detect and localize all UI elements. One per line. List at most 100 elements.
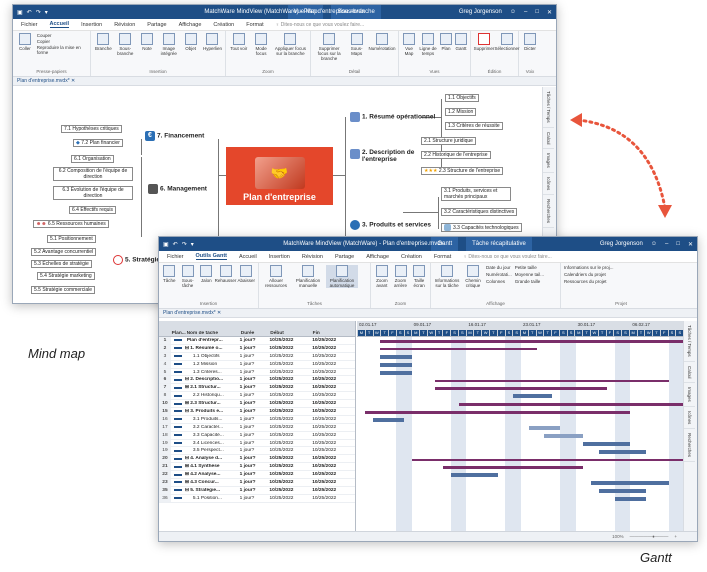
table-row[interactable]: 6 ⊟ 2. Descriptio... 1 jour? 10/25/2022 10/2… bbox=[159, 376, 355, 385]
summary-bar[interactable] bbox=[435, 379, 670, 382]
numbering-button[interactable]: Numérotation bbox=[369, 33, 396, 51]
branch-financement[interactable]: €7. Financement bbox=[145, 131, 204, 141]
menu-revision[interactable]: Révision bbox=[302, 254, 323, 260]
task-bar[interactable] bbox=[614, 497, 646, 501]
menu-revision[interactable]: Révision bbox=[114, 22, 135, 28]
save-icon[interactable]: ▾ bbox=[45, 9, 48, 16]
task-bar[interactable] bbox=[591, 481, 670, 486]
milestone-button[interactable]: Jalon bbox=[199, 265, 214, 283]
fit-screen-button[interactable]: Taille écran bbox=[411, 265, 427, 288]
menu-insertion[interactable]: Insertion bbox=[269, 254, 290, 260]
submaps-button[interactable]: Sous-Maps bbox=[347, 33, 366, 56]
menu-accueil[interactable]: Accueil bbox=[239, 254, 257, 260]
project-resources-button[interactable]: Ressources du projet bbox=[564, 279, 678, 284]
user-icon[interactable]: ☺ bbox=[510, 9, 516, 15]
menu-format[interactable]: Format bbox=[434, 254, 451, 260]
summary-bar[interactable] bbox=[380, 347, 537, 351]
table-row[interactable]: 17 3.2 Caractér... 1 jour? 10/25/2022 10/25/… bbox=[159, 423, 355, 432]
critical-path-button[interactable]: Chemin critique bbox=[463, 265, 483, 288]
side-tab-images[interactable]: Images bbox=[543, 149, 554, 173]
outline-view-button[interactable]: Plan bbox=[440, 33, 452, 51]
branch-produits-services[interactable]: 3. Produits et services bbox=[350, 220, 431, 230]
search-input[interactable]: ♀ Dites-nous ce que vous voulez faire... bbox=[463, 254, 552, 260]
col-duration[interactable]: Durée bbox=[241, 331, 271, 336]
col-end[interactable]: Fin bbox=[313, 331, 355, 336]
document-tab[interactable]: Plan d'entreprise.mvdx* ✕ bbox=[13, 77, 556, 86]
menu-accueil[interactable]: Accueil bbox=[49, 21, 70, 28]
user-icon[interactable]: ☺ bbox=[651, 241, 657, 247]
node-structure-entreprise[interactable]: ★★★ 2.3 Structure de l'entreprise bbox=[421, 167, 504, 175]
central-topic[interactable]: 🤝 Plan d'entreprise bbox=[226, 147, 333, 205]
table-row[interactable]: 16 3.1 Produits... 1 jour? 10/25/2022 10/25/… bbox=[159, 415, 355, 424]
task-bar[interactable] bbox=[380, 370, 412, 375]
task-bar[interactable] bbox=[583, 441, 631, 446]
minimize-icon[interactable]: – bbox=[665, 241, 668, 247]
task-bar[interactable] bbox=[599, 449, 646, 454]
cut-button[interactable]: Couper bbox=[37, 33, 87, 38]
branch-button[interactable]: Branche bbox=[94, 33, 113, 51]
dictate-button[interactable]: Dicter bbox=[522, 33, 538, 51]
menu-fichier[interactable]: Fichier bbox=[167, 254, 184, 260]
table-row[interactable]: 23 ⊞ 4.3 Concur... 1 jour? 10/25/2022 10/25/… bbox=[159, 479, 355, 487]
node-evolution[interactable]: 6.3 Évolution de l'équipe de direction bbox=[53, 186, 133, 200]
summary-bar[interactable] bbox=[458, 403, 683, 406]
close-icon[interactable]: ✕ bbox=[547, 9, 552, 16]
side-tab-calcul[interactable]: Calcul bbox=[684, 362, 695, 384]
table-row[interactable]: 2 ⊟ 1. Résumé o... 1 jour? 10/25/2022 10/25/… bbox=[159, 344, 355, 353]
node-caracteristiques[interactable]: 3.2 Caractéristiques distinctives bbox=[441, 208, 518, 216]
task-bar[interactable] bbox=[372, 418, 404, 422]
menu-fichier[interactable]: Fichier bbox=[21, 22, 38, 28]
save-icon[interactable]: ▾ bbox=[191, 241, 194, 248]
node-objectifs[interactable]: 1.1 Objectifs bbox=[445, 94, 479, 102]
format-painter-button[interactable]: Reproduire la mise en forme bbox=[37, 45, 87, 55]
menu-partage[interactable]: Partage bbox=[147, 22, 166, 28]
task-bar[interactable] bbox=[380, 354, 412, 359]
table-row[interactable]: 7 ⊞ 2.1 Structur... 1 jour? 10/25/2022 10/25… bbox=[159, 384, 355, 393]
zoom-slider[interactable]: —————●——— bbox=[630, 534, 669, 539]
branch-strategie[interactable]: 5. Stratégie bbox=[113, 255, 160, 265]
redo-icon[interactable]: ↷ bbox=[182, 241, 187, 248]
user-name[interactable]: Greg Jorgenson bbox=[459, 9, 502, 15]
task-bar[interactable] bbox=[513, 394, 553, 399]
side-tab-tasks[interactable]: Tâches / Temps bbox=[684, 321, 695, 362]
hyperlink-button[interactable]: Hyperlien bbox=[203, 33, 222, 51]
branch-management[interactable]: 6. Management bbox=[148, 184, 207, 194]
menu-creation[interactable]: Création bbox=[213, 22, 234, 28]
paste-button[interactable]: Coller bbox=[16, 33, 34, 51]
node-effectifs[interactable]: 6.4 Effectifs requis bbox=[69, 206, 117, 214]
remove-focus-button[interactable]: Supprimer focus sur la branche bbox=[314, 33, 344, 61]
maximize-icon[interactable]: □ bbox=[676, 241, 680, 247]
side-tab-icons[interactable]: Icônes bbox=[684, 407, 695, 430]
redo-icon[interactable]: ↷ bbox=[36, 9, 41, 16]
user-name[interactable]: Greg Jorgenson bbox=[600, 241, 643, 247]
show-all-button[interactable]: Tout voir bbox=[229, 33, 248, 51]
node-echelles[interactable]: 5.3 Échelles de stratégie bbox=[31, 260, 92, 268]
side-tab-images[interactable]: Images bbox=[684, 383, 695, 407]
search-input[interactable]: ♀ Dites-nous ce que vous voulez faire... bbox=[276, 22, 365, 28]
menu-affichage[interactable]: Affichage bbox=[179, 22, 202, 28]
table-row[interactable]: 15 ⊟ 3. Produits e... 1 jour? 10/25/2022 10/… bbox=[159, 408, 355, 416]
document-tab[interactable]: Plan d'entreprise.mvdx* ✕ bbox=[159, 309, 697, 318]
task-bar[interactable] bbox=[380, 362, 412, 367]
node-ressources-humaines[interactable]: ☻☻ 6.5 Ressources humaines bbox=[33, 220, 109, 228]
project-calendars-button[interactable]: Calendriers du projet bbox=[564, 272, 678, 277]
table-row[interactable]: 20 ⊟ 4. Analyse d... 1 jour? 10/25/2022 10/2… bbox=[159, 455, 355, 464]
timeline-body[interactable] bbox=[357, 337, 683, 531]
indent-button[interactable]: Abaisser bbox=[238, 265, 255, 283]
table-row[interactable]: 1 Plan d'entrepr... 1 jour? 10/25/2022 10/25… bbox=[159, 337, 355, 345]
table-row[interactable]: 5 1.3 Critères... 1 jour? 10/25/2022 10/25/2… bbox=[159, 368, 355, 377]
project-info-button[interactable]: Informations sur le proj... bbox=[564, 265, 678, 270]
node-commerciale[interactable]: 5.5 Stratégie commerciale bbox=[31, 286, 96, 294]
select-button[interactable]: Sélectionner bbox=[494, 33, 520, 51]
node-criteres[interactable]: 1.3 Critères de réussite bbox=[445, 122, 503, 130]
menu-outils-gantt[interactable]: Outils Gantt bbox=[195, 253, 227, 260]
table-row[interactable]: 8 2.2 Historiqu... 1 jour? 10/25/2022 10/25/… bbox=[159, 392, 355, 401]
node-produits-marches[interactable]: 3.1 Produits, services et marchés princi… bbox=[441, 187, 511, 201]
gantt-view-button[interactable]: Gantt bbox=[455, 33, 467, 51]
branch-resume-operationnel[interactable]: 1. Résumé opérationnel bbox=[350, 112, 435, 122]
table-row[interactable]: 3 1.1 Objectifs 1 jour? 10/25/2022 10/25/202… bbox=[159, 352, 355, 361]
manual-schedule-button[interactable]: Planification manuelle bbox=[293, 265, 323, 288]
table-row[interactable]: 36 5.1 Position... 1 jour? 10/25/2022 10/25/… bbox=[159, 494, 355, 503]
col-plan[interactable]: Plan... bbox=[171, 331, 187, 336]
table-row[interactable]: 10 ⊞ 2.3 Structur... 1 jour? 10/25/2022 10/2… bbox=[159, 400, 355, 409]
